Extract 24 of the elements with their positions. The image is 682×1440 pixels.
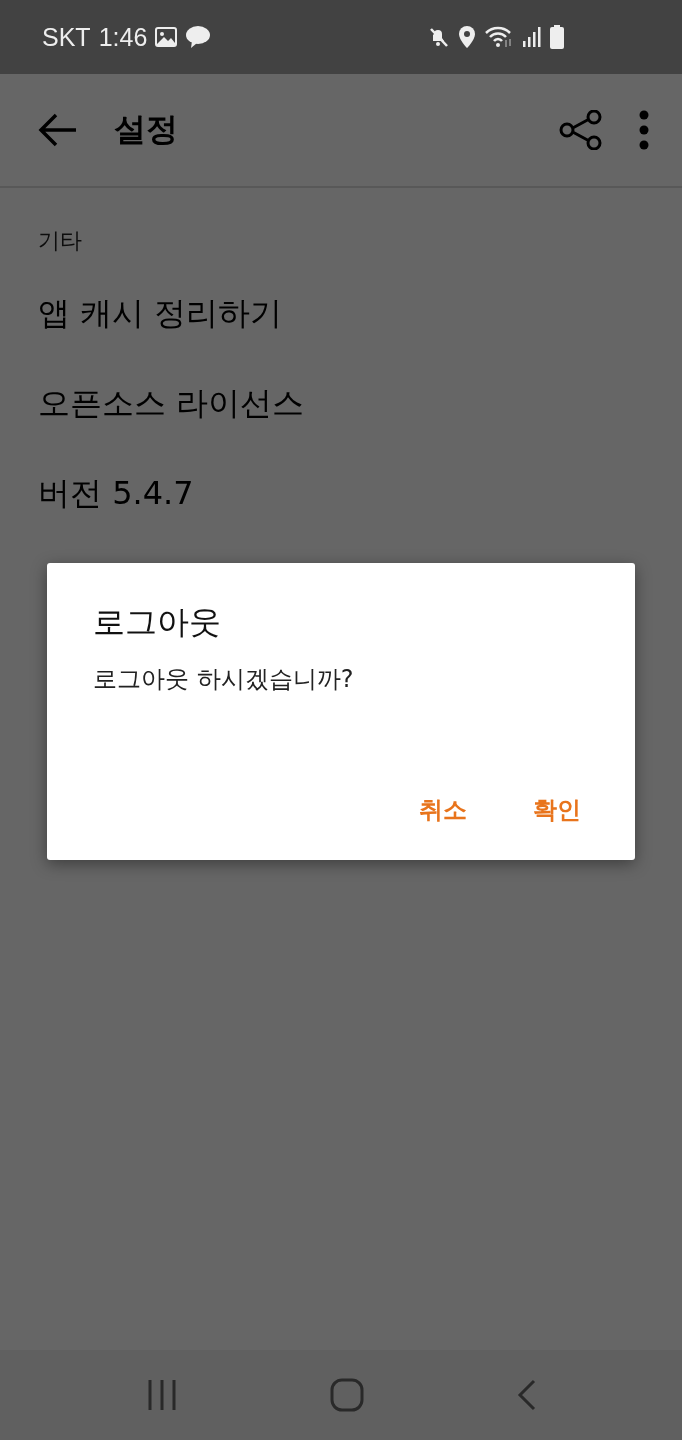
- settings-item[interactable]: 버전 5.4.7: [38, 466, 644, 556]
- settings-item[interactable]: 앱 캐시 정리하기: [38, 286, 644, 376]
- dialog-message: 로그아웃 하시겠습니까?: [93, 664, 354, 695]
- recent-apps-icon[interactable]: [146, 1380, 178, 1410]
- cancel-button[interactable]: 취소: [407, 790, 479, 830]
- signal-icon: [522, 26, 542, 48]
- clock-text: 1:46: [98, 22, 148, 52]
- screen-title: 설정: [114, 109, 178, 150]
- dialog-title: 로그아웃: [93, 602, 221, 643]
- home-icon[interactable]: [330, 1378, 364, 1412]
- share-icon[interactable]: [559, 110, 603, 150]
- mute-icon: [428, 26, 450, 48]
- settings-item[interactable]: 오픈소스 라이선스: [38, 376, 644, 466]
- wifi-icon: [484, 26, 514, 48]
- carrier-text: SKT: [42, 22, 91, 52]
- image-icon: [155, 27, 178, 47]
- section-header: 기타: [38, 227, 83, 255]
- confirm-button[interactable]: 확인: [521, 790, 593, 830]
- back-icon[interactable]: [516, 1379, 536, 1411]
- back-arrow-icon[interactable]: [38, 112, 78, 148]
- location-icon: [458, 25, 476, 49]
- battery-icon: [550, 25, 564, 49]
- more-options-icon[interactable]: [639, 110, 649, 150]
- chat-bubble-icon: [185, 25, 212, 49]
